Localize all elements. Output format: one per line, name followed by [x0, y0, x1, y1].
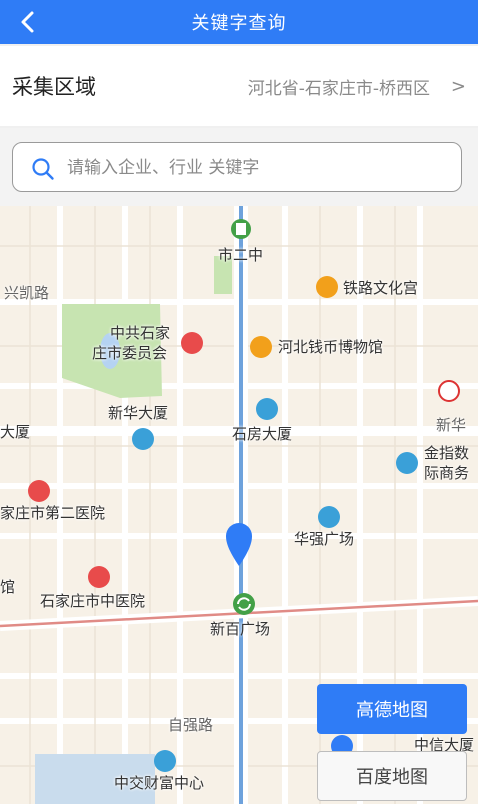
map-label: 金指数 — [424, 444, 470, 462]
map-label: 市二中 — [218, 246, 264, 264]
chevron-right-icon: > — [450, 75, 466, 97]
region-selector[interactable]: 采集区域 河北省-石家庄市-桥西区 > — [0, 46, 478, 126]
page-title: 关键字查询 — [191, 13, 287, 34]
map-label: 华强广场 — [294, 530, 355, 548]
map-label: 际商务 — [424, 464, 470, 482]
region-value: 河北省-石家庄市-桥西区 — [247, 78, 430, 99]
map-label: 石家庄市中医院 — [40, 592, 146, 610]
baidu-map-button[interactable]: 百度地图 — [317, 751, 467, 801]
search-icon — [32, 158, 54, 180]
map-label: 馆 — [0, 578, 16, 596]
region-label: 采集区域 — [12, 75, 96, 99]
search-area — [0, 128, 478, 206]
map-label: 大厦 — [0, 423, 31, 441]
search-input[interactable] — [65, 153, 449, 183]
map-label: 石房大厦 — [232, 425, 293, 443]
hospital-icon — [88, 566, 110, 588]
map-label: 家庄市第二医院 — [0, 504, 106, 522]
search-box[interactable] — [12, 142, 462, 192]
museum-icon — [250, 336, 272, 358]
hospital-icon — [28, 480, 50, 502]
map-label: 兴凯路 — [4, 284, 50, 302]
map-label: 铁路文化宫 — [343, 279, 419, 297]
bank-icon — [438, 380, 460, 402]
building-icon — [256, 398, 278, 420]
map-label: 新华 — [436, 416, 467, 434]
gov-star-icon — [181, 332, 203, 354]
map-label: 中交财富中心 — [114, 774, 205, 792]
map-label: 自强路 — [168, 716, 214, 734]
building-icon — [154, 750, 176, 772]
museum-icon — [316, 276, 338, 298]
building-icon — [132, 428, 154, 450]
map-label: 新华大厦 — [108, 404, 169, 422]
top-bar: 关键字查询 — [0, 0, 478, 44]
building-icon — [318, 506, 340, 528]
building-icon — [396, 452, 418, 474]
map-label: 新百广场 — [210, 620, 271, 638]
gaode-map-button[interactable]: 高德地图 — [317, 684, 467, 734]
map-label: 中共石家 — [110, 324, 171, 342]
map-label: 庄市委员会 — [92, 344, 168, 362]
map-label: 河北钱币博物馆 — [278, 338, 384, 356]
back-arrow-icon[interactable] — [14, 8, 42, 36]
location-marker-icon — [226, 523, 252, 566]
